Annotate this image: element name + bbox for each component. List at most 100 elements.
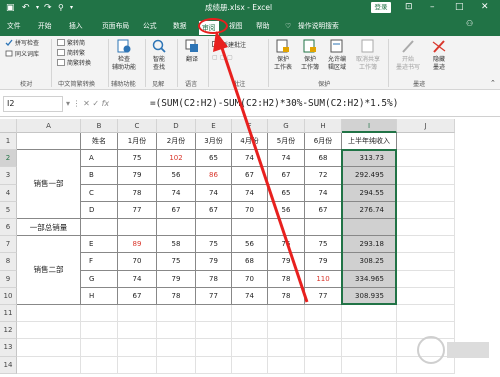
header-cell[interactable]: 上半年纯收入 bbox=[342, 133, 397, 151]
data-cell[interactable]: 58 bbox=[157, 236, 196, 254]
row-header[interactable]: 1 bbox=[0, 133, 17, 151]
cell[interactable] bbox=[268, 322, 305, 340]
cell[interactable] bbox=[232, 339, 268, 357]
start-inking-button[interactable]: 开始 墨迹书写 bbox=[392, 39, 424, 71]
data-cell[interactable]: 56 bbox=[232, 236, 268, 254]
data-cell[interactable]: 65 bbox=[268, 184, 305, 202]
row-header[interactable]: 11 bbox=[0, 305, 17, 323]
data-cell[interactable]: 110 bbox=[305, 270, 342, 288]
name-box[interactable]: I2 bbox=[3, 96, 63, 112]
data-cell[interactable]: 79 bbox=[305, 253, 342, 271]
column-header[interactable]: D bbox=[157, 119, 196, 133]
data-cell[interactable]: 89 bbox=[118, 236, 157, 254]
data-cell[interactable]: 79 bbox=[157, 270, 196, 288]
data-cell[interactable]: G bbox=[81, 270, 118, 288]
cell[interactable] bbox=[268, 305, 305, 323]
header-cell[interactable]: 4月份 bbox=[232, 133, 268, 151]
cell[interactable] bbox=[397, 133, 455, 151]
data-cell[interactable]: 79 bbox=[196, 253, 232, 271]
data-cell[interactable]: 74 bbox=[232, 150, 268, 168]
cell[interactable] bbox=[81, 339, 118, 357]
data-cell[interactable]: 78 bbox=[118, 184, 157, 202]
cell[interactable] bbox=[397, 150, 455, 168]
cell[interactable] bbox=[397, 167, 455, 185]
column-header[interactable]: G bbox=[268, 119, 305, 133]
column-header[interactable]: H bbox=[305, 119, 342, 133]
data-cell[interactable]: 74 bbox=[268, 150, 305, 168]
data-cell[interactable]: 56 bbox=[268, 201, 305, 219]
data-cell[interactable]: 70 bbox=[232, 270, 268, 288]
formula-input[interactable]: =(SUM(C2:H2)-SUM(C2:H2)*30%-SUM(C2:H2)*1… bbox=[150, 97, 398, 111]
cell[interactable] bbox=[397, 305, 455, 323]
data-cell[interactable]: 74 bbox=[118, 270, 157, 288]
data-cell[interactable]: 70 bbox=[118, 253, 157, 271]
summary-label[interactable]: 一部总销量 bbox=[17, 219, 81, 237]
to-simplified-button[interactable]: 繁转简 bbox=[57, 39, 85, 48]
header-cell[interactable]: 3月份 bbox=[196, 133, 232, 151]
row-header[interactable]: 10 bbox=[0, 287, 17, 305]
cell[interactable] bbox=[397, 184, 455, 202]
cell[interactable] bbox=[157, 356, 196, 374]
cell[interactable] bbox=[157, 305, 196, 323]
unshare-workbook-button[interactable]: 取消共享 工作簿 bbox=[352, 39, 384, 71]
data-cell[interactable]: 74 bbox=[157, 184, 196, 202]
cell[interactable] bbox=[81, 219, 118, 237]
data-cell[interactable]: 65 bbox=[196, 150, 232, 168]
to-traditional-button[interactable]: 简转繁 bbox=[57, 49, 85, 58]
cell[interactable] bbox=[342, 305, 397, 323]
data-cell[interactable]: 75 bbox=[118, 150, 157, 168]
cell[interactable] bbox=[342, 339, 397, 357]
tab-formulas[interactable]: 公式 bbox=[143, 20, 157, 33]
data-cell[interactable]: H bbox=[81, 287, 118, 305]
cell[interactable] bbox=[232, 305, 268, 323]
data-cell[interactable]: 67 bbox=[305, 201, 342, 219]
data-cell[interactable]: 79 bbox=[118, 167, 157, 185]
smart-lookup-button[interactable]: 智能 查找 bbox=[148, 39, 170, 71]
row-header[interactable]: 6 bbox=[0, 219, 17, 237]
cell[interactable] bbox=[268, 339, 305, 357]
data-cell[interactable]: 75 bbox=[157, 253, 196, 271]
cell[interactable] bbox=[157, 339, 196, 357]
column-header[interactable]: C bbox=[118, 119, 157, 133]
data-cell[interactable]: 75 bbox=[305, 236, 342, 254]
cell[interactable] bbox=[397, 236, 455, 254]
select-all-corner[interactable] bbox=[0, 119, 17, 133]
close-icon[interactable]: ✕ bbox=[481, 1, 489, 14]
data-cell[interactable]: 74 bbox=[305, 184, 342, 202]
data-cell[interactable]: 56 bbox=[157, 167, 196, 185]
cell[interactable] bbox=[397, 253, 455, 271]
restore-icon[interactable]: □ bbox=[455, 1, 464, 14]
data-cell[interactable]: 79 bbox=[268, 253, 305, 271]
data-cell[interactable]: 67 bbox=[232, 167, 268, 185]
data-cell[interactable]: D bbox=[81, 201, 118, 219]
cell[interactable] bbox=[118, 339, 157, 357]
cell[interactable] bbox=[305, 305, 342, 323]
row-header[interactable]: 7 bbox=[0, 236, 17, 254]
cell[interactable] bbox=[118, 356, 157, 374]
column-header[interactable]: E bbox=[196, 119, 232, 133]
new-comment-button[interactable]: 新建批注 bbox=[212, 41, 246, 50]
check-accessibility-button[interactable]: 检查 辅助功能 bbox=[110, 39, 138, 71]
data-cell[interactable]: 68 bbox=[232, 253, 268, 271]
cell[interactable] bbox=[196, 322, 232, 340]
tab-data[interactable]: 数据 bbox=[173, 20, 187, 33]
data-cell[interactable]: 78 bbox=[268, 287, 305, 305]
cell[interactable] bbox=[342, 322, 397, 340]
cell[interactable] bbox=[157, 322, 196, 340]
cell[interactable] bbox=[81, 356, 118, 374]
data-cell[interactable]: 67 bbox=[118, 287, 157, 305]
simplified-conversion-button[interactable]: 简繁转换 bbox=[57, 59, 91, 68]
tab-help[interactable]: 帮助 bbox=[256, 20, 270, 33]
share-icon[interactable]: ⚇ bbox=[466, 19, 473, 28]
translate-button[interactable]: 翻译 bbox=[181, 39, 203, 64]
cell[interactable] bbox=[17, 356, 81, 374]
data-cell[interactable]: 86 bbox=[196, 167, 232, 185]
cell[interactable] bbox=[397, 270, 455, 288]
spell-check-button[interactable]: 拼写检查 bbox=[5, 39, 39, 48]
minimize-icon[interactable]: – bbox=[430, 1, 435, 14]
cell[interactable] bbox=[397, 287, 455, 305]
hide-ink-button[interactable]: 隐藏 墨迹 bbox=[426, 39, 452, 71]
save-icon[interactable]: ▣ bbox=[6, 2, 15, 14]
cell[interactable] bbox=[118, 219, 157, 237]
cell[interactable] bbox=[118, 322, 157, 340]
